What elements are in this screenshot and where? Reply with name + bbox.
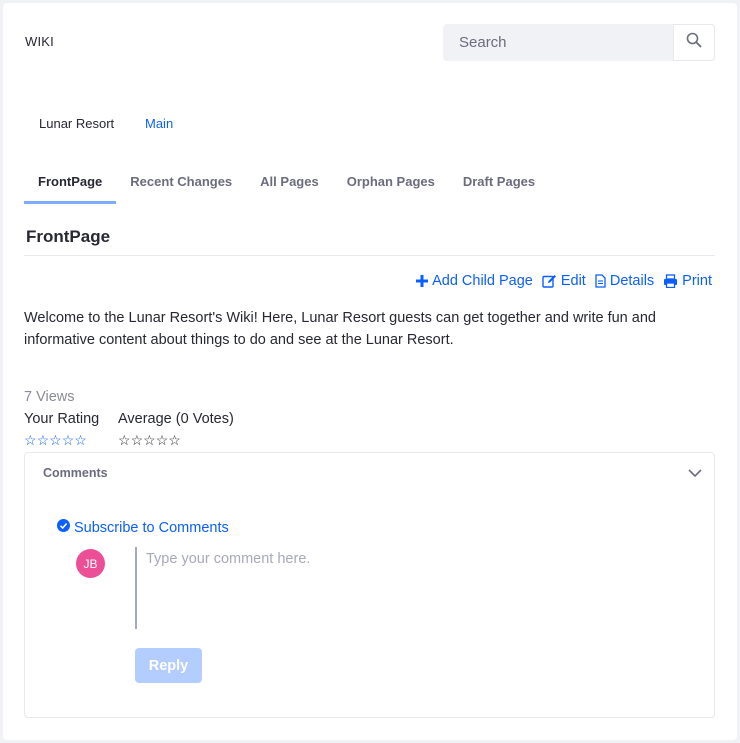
tab-recent-changes[interactable]: Recent Changes	[116, 172, 246, 204]
your-rating-stars[interactable]: ☆ ☆ ☆ ☆ ☆	[24, 433, 87, 447]
comments-panel: Comments Subscribe to Comments JB Reply	[24, 452, 715, 718]
subscribe-label: Subscribe to Comments	[74, 519, 229, 536]
wiki-tabs: FrontPage Recent Changes All Pages Orpha…	[24, 172, 549, 204]
average-rating-stars: ☆ ☆ ☆ ☆ ☆	[118, 433, 181, 447]
print-icon	[663, 274, 678, 288]
add-child-page-link[interactable]: Add Child Page	[416, 273, 533, 289]
search-icon	[686, 32, 702, 53]
page-content: Welcome to the Lunar Resort's Wiki! Here…	[24, 310, 656, 348]
edit-label: Edit	[560, 273, 586, 289]
document-icon	[595, 274, 606, 288]
collapse-comments-button[interactable]	[688, 465, 702, 483]
star-icon[interactable]: ☆	[37, 433, 50, 447]
star-icon: ☆	[118, 432, 131, 448]
star-icon[interactable]: ☆	[62, 433, 75, 447]
search-button[interactable]	[673, 24, 715, 61]
subscribe-to-comments-link[interactable]: Subscribe to Comments	[57, 519, 229, 536]
star-icon[interactable]: ☆	[24, 433, 37, 447]
view-count: 7 Views	[24, 389, 75, 405]
search-input[interactable]	[443, 24, 673, 61]
details-link[interactable]: Details	[595, 273, 654, 289]
node-lunar-resort[interactable]: Lunar Resort	[39, 116, 114, 131]
star-icon: ☆	[143, 432, 156, 448]
reply-button[interactable]: Reply	[135, 648, 202, 683]
print-label: Print	[682, 273, 712, 289]
tab-all-pages[interactable]: All Pages	[246, 172, 333, 204]
portlet-title: WIKI	[25, 34, 54, 49]
node-main[interactable]: Main	[145, 116, 173, 131]
comment-input[interactable]	[135, 547, 695, 629]
star-icon: ☆	[130, 432, 144, 448]
edit-link[interactable]: Edit	[542, 273, 586, 289]
title-divider	[24, 255, 715, 256]
search-bar	[443, 24, 715, 61]
tab-orphan-pages[interactable]: Orphan Pages	[333, 172, 449, 204]
star-icon: ☆	[168, 432, 181, 448]
tab-draft-pages[interactable]: Draft Pages	[449, 172, 549, 204]
avatar: JB	[76, 549, 105, 578]
star-icon: ☆	[155, 432, 169, 448]
average-rating-label: Average (0 Votes)	[118, 411, 234, 427]
page-title: FrontPage	[26, 227, 111, 246]
details-label: Details	[609, 273, 655, 289]
edit-icon	[542, 274, 557, 288]
comments-title: Comments	[43, 466, 108, 480]
print-link[interactable]: Print	[663, 273, 712, 289]
tab-frontpage[interactable]: FrontPage	[24, 172, 117, 204]
chevron-down-icon	[688, 465, 702, 482]
your-rating-label: Your Rating	[24, 411, 100, 427]
page-actions: Add Child Page Edit Details Print	[416, 273, 712, 289]
plus-icon	[416, 275, 429, 287]
star-icon[interactable]: ☆	[74, 433, 87, 447]
wiki-portlet: WIKI Lunar Resort Main FrontPage Recent …	[3, 3, 737, 740]
add-child-page-label: Add Child Page	[432, 273, 533, 289]
star-icon[interactable]: ☆	[49, 433, 62, 447]
check-circle-icon	[57, 519, 70, 536]
